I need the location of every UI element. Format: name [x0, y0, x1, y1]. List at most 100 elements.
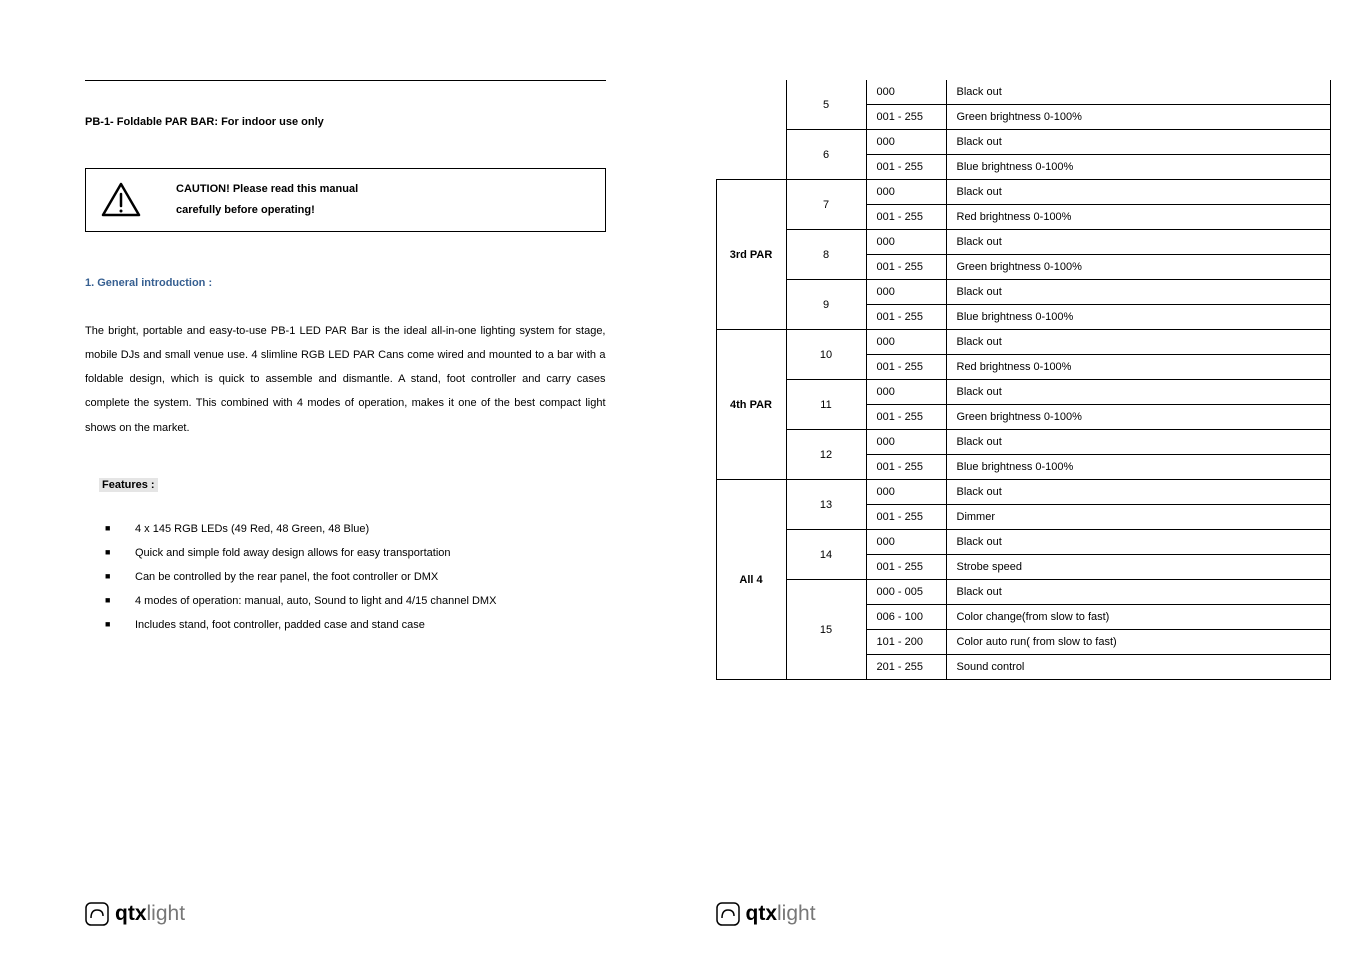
par-label-empty: [716, 80, 786, 180]
description: Black out: [946, 130, 1331, 155]
channel-number: 7: [786, 180, 866, 230]
description: Black out: [946, 580, 1331, 605]
caution-line2: carefully before operating!: [176, 200, 358, 221]
value-range: 001 - 255: [866, 255, 946, 280]
value-range: 001 - 255: [866, 305, 946, 330]
section-heading: 1. General introduction :: [85, 277, 606, 289]
description: Black out: [946, 180, 1331, 205]
channel-number: 9: [786, 280, 866, 330]
value-range: 001 - 255: [866, 205, 946, 230]
par-label: 3rd PAR: [716, 180, 786, 330]
channel-number: 15: [786, 580, 866, 680]
description: Red brightness 0-100%: [946, 355, 1331, 380]
table-row: 11 000 Black out: [716, 380, 1331, 405]
table-row: 6 000 Black out: [716, 130, 1331, 155]
description: Black out: [946, 330, 1331, 355]
description: Strobe speed: [946, 555, 1331, 580]
value-range: 101 - 200: [866, 630, 946, 655]
features-list: 4 x 145 RGB LEDs (49 Red, 48 Green, 48 B…: [85, 517, 606, 638]
value-range: 001 - 255: [866, 505, 946, 530]
channel-number: 10: [786, 330, 866, 380]
value-range: 000: [866, 80, 946, 105]
dmx-table: 5 000 Black out 001 - 255 Green brightne…: [716, 80, 1332, 680]
value-range: 001 - 255: [866, 105, 946, 130]
description: Black out: [946, 80, 1331, 105]
table-row: 5 000 Black out: [716, 80, 1331, 105]
value-range: 006 - 100: [866, 605, 946, 630]
document-title: PB-1- Foldable PAR BAR: For indoor use o…: [85, 116, 606, 128]
value-range: 000: [866, 480, 946, 505]
value-range: 000: [866, 230, 946, 255]
caution-line1: CAUTION! Please read this manual: [176, 179, 358, 200]
value-range: 001 - 255: [866, 405, 946, 430]
value-range: 000 - 005: [866, 580, 946, 605]
description: Blue brightness 0-100%: [946, 155, 1331, 180]
channel-number: 14: [786, 530, 866, 580]
description: Dimmer: [946, 505, 1331, 530]
table-row: All 4 13 000 Black out: [716, 480, 1331, 505]
channel-number: 12: [786, 430, 866, 480]
table-row: 4th PAR 10 000 Black out: [716, 330, 1331, 355]
description: Sound control: [946, 655, 1331, 680]
table-row: 12 000 Black out: [716, 430, 1331, 455]
description: Color auto run( from slow to fast): [946, 630, 1331, 655]
description: Blue brightness 0-100%: [946, 305, 1331, 330]
value-range: 000: [866, 280, 946, 305]
value-range: 001 - 255: [866, 155, 946, 180]
description: Blue brightness 0-100%: [946, 455, 1331, 480]
table-row: 8 000 Black out: [716, 230, 1331, 255]
value-range: 201 - 255: [866, 655, 946, 680]
logo-text: qtxlight: [115, 902, 185, 926]
logo-swirl-icon: [85, 902, 109, 926]
description: Color change(from slow to fast): [946, 605, 1331, 630]
caution-box: CAUTION! Please read this manual careful…: [85, 168, 606, 232]
description: Red brightness 0-100%: [946, 205, 1331, 230]
page-left: PB-1- Foldable PAR BAR: For indoor use o…: [0, 0, 676, 954]
value-range: 001 - 255: [866, 355, 946, 380]
table-row: 15 000 - 005 Black out: [716, 580, 1331, 605]
brand-logo: qtxlight: [85, 902, 185, 926]
feature-item: Can be controlled by the rear panel, the…: [135, 565, 606, 589]
table-row: 14 000 Black out: [716, 530, 1331, 555]
description: Black out: [946, 530, 1331, 555]
logo-qtx: qtx: [746, 902, 778, 925]
page-right: 5 000 Black out 001 - 255 Green brightne…: [676, 0, 1351, 954]
value-range: 001 - 255: [866, 455, 946, 480]
channel-number: 8: [786, 230, 866, 280]
channel-number: 13: [786, 480, 866, 530]
logo-swirl-icon: [716, 902, 740, 926]
value-range: 000: [866, 180, 946, 205]
description: Green brightness 0-100%: [946, 105, 1331, 130]
logo-light: light: [147, 902, 186, 925]
table-row: 3rd PAR 7 000 Black out: [716, 180, 1331, 205]
value-range: 000: [866, 430, 946, 455]
channel-number: 6: [786, 130, 866, 180]
channel-number: 5: [786, 80, 866, 130]
description: Green brightness 0-100%: [946, 255, 1331, 280]
warning-triangle-icon: [101, 182, 141, 217]
description: Black out: [946, 430, 1331, 455]
logo-qtx: qtx: [115, 902, 147, 925]
feature-item: Quick and simple fold away design allows…: [135, 541, 606, 565]
description: Black out: [946, 380, 1331, 405]
horizontal-rule: [85, 80, 606, 81]
value-range: 000: [866, 380, 946, 405]
table-row: 9 000 Black out: [716, 280, 1331, 305]
value-range: 000: [866, 330, 946, 355]
brand-logo: qtxlight: [716, 902, 816, 926]
description: Black out: [946, 230, 1331, 255]
description: Green brightness 0-100%: [946, 405, 1331, 430]
logo-text: qtxlight: [746, 902, 816, 926]
par-label: All 4: [716, 480, 786, 680]
features-heading: Features :: [99, 478, 158, 492]
value-range: 001 - 255: [866, 555, 946, 580]
intro-paragraph: The bright, portable and easy-to-use PB-…: [85, 319, 606, 440]
description: Black out: [946, 480, 1331, 505]
feature-item: 4 x 145 RGB LEDs (49 Red, 48 Green, 48 B…: [135, 517, 606, 541]
channel-number: 11: [786, 380, 866, 430]
description: Black out: [946, 280, 1331, 305]
feature-item: 4 modes of operation: manual, auto, Soun…: [135, 589, 606, 613]
value-range: 000: [866, 530, 946, 555]
logo-light: light: [777, 902, 816, 925]
value-range: 000: [866, 130, 946, 155]
